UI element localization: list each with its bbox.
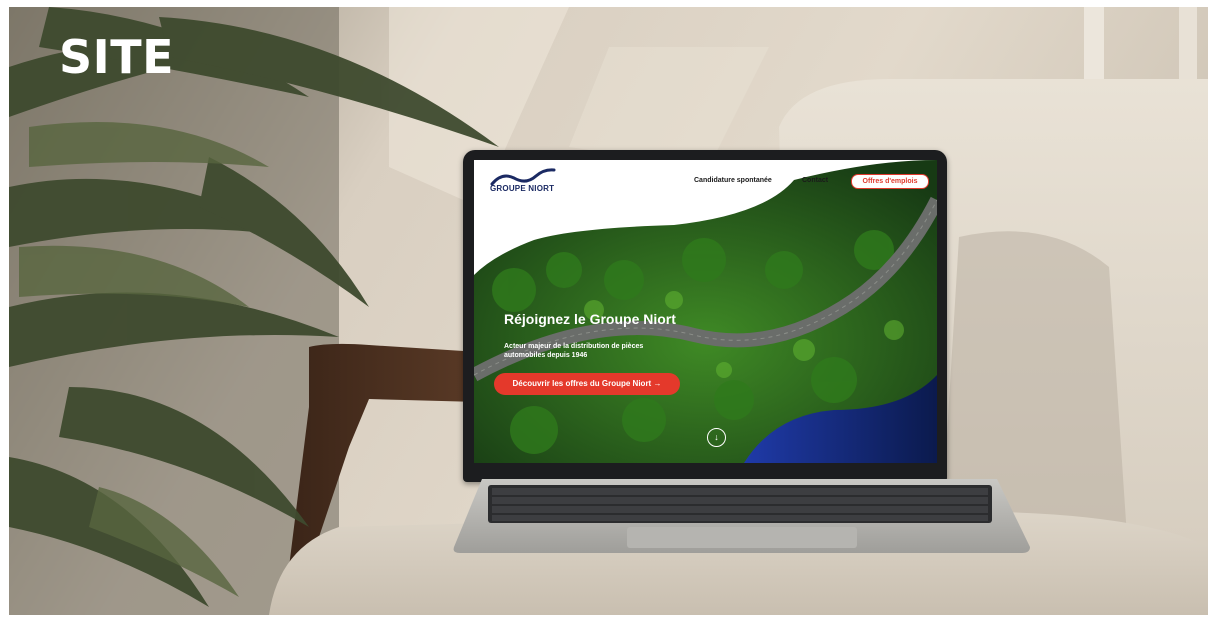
job-offers-button[interactable]: Offres d'emplois [851,174,929,189]
website-screenshot: GROUPE NIORT Candidature spontanée Conta… [474,160,937,463]
hero-title: Réjoignez le Groupe Niort [504,311,676,327]
groupe-niort-logo[interactable]: GROUPE NIORT [490,168,562,193]
nav-link-candidature-spontanee[interactable]: Candidature spontanée [694,177,772,184]
nav-link-contact[interactable]: Contact [802,177,828,184]
page-title: SITE [59,30,175,84]
laptop-screen-bezel: GROUPE NIORT Candidature spontanée Conta… [463,150,947,482]
laptop-keyboard-base [453,479,1031,553]
discover-offers-button[interactable]: Découvrir les offres du Groupe Niort → [494,373,680,395]
chevron-down-circle-icon[interactable]: ↓ [707,428,726,447]
hero-subtitle: Acteur majeur de la distribution de pièc… [504,343,644,359]
logo-text: GROUPE NIORT [490,184,555,193]
photo-frame: SITE GROUPE NIORT Candidature spontanée … [9,7,1208,615]
